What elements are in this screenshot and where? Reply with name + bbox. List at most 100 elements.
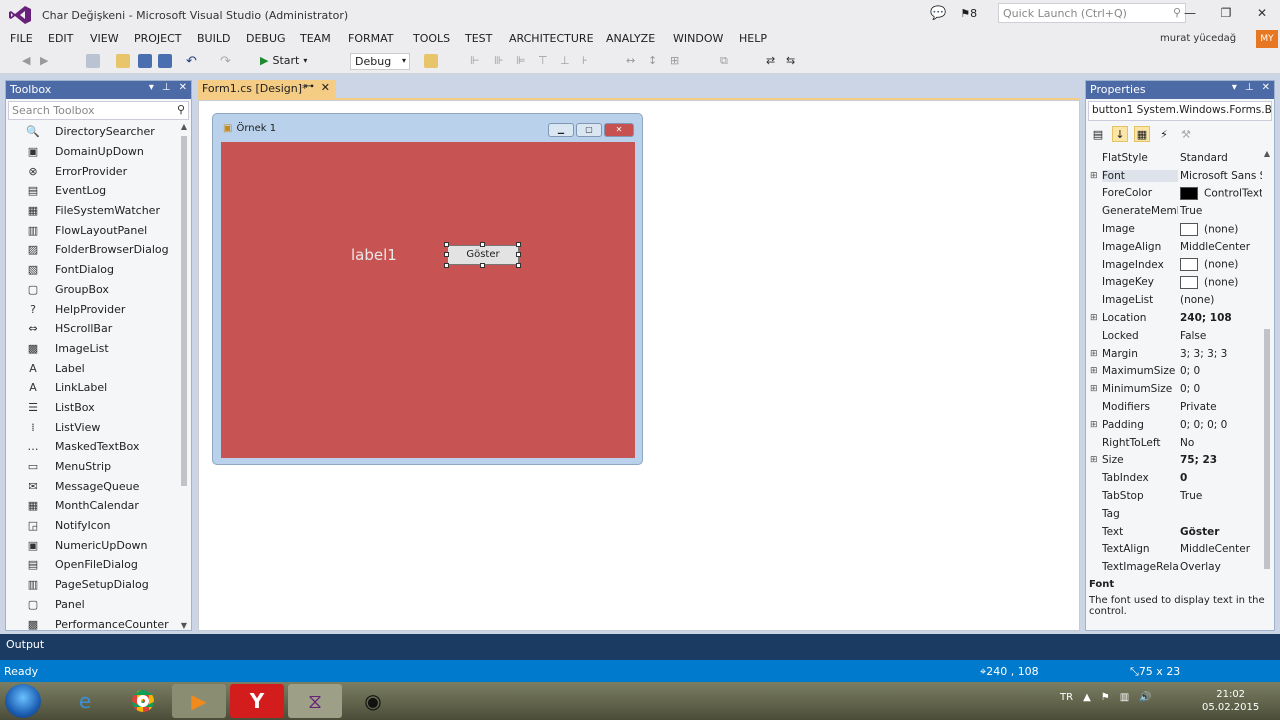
pin-icon[interactable]: ⊥ (1245, 82, 1254, 93)
property-value[interactable]: 3; 3; 3; 3 (1180, 348, 1262, 360)
menu-format[interactable]: FORMAT (348, 32, 394, 45)
menu-file[interactable]: FILE (10, 32, 33, 45)
menu-architecture[interactable]: ARCHITECTURE (509, 32, 594, 45)
menu-debug[interactable]: DEBUG (246, 32, 286, 45)
resize-handle[interactable] (480, 242, 485, 247)
close-tab-icon[interactable]: ✕ (321, 81, 330, 94)
make-same-width-icon[interactable]: ↔ (626, 54, 640, 68)
events-icon[interactable]: ⚡ (1156, 126, 1172, 142)
menu-window[interactable]: WINDOW (673, 32, 723, 45)
toolbox-item-fontdialog[interactable]: ▧ FontDialog (6, 260, 182, 280)
bring-to-front-icon[interactable]: ⧉ (720, 54, 734, 68)
quick-launch-input[interactable]: Quick Launch (Ctrl+Q) ⚲ (998, 3, 1186, 23)
property-value[interactable]: True (1180, 490, 1262, 502)
property-row-padding[interactable]: ⊞ Padding 0; 0; 0; 0 (1086, 416, 1262, 434)
toolbox-item-listbox[interactable]: ☰ ListBox (6, 398, 182, 418)
property-row-maximumsize[interactable]: ⊞ MaximumSize 0; 0 (1086, 363, 1262, 381)
find-in-files-icon[interactable] (424, 54, 438, 68)
menu-view[interactable]: VIEW (90, 32, 119, 45)
expand-icon[interactable]: ⊞ (1090, 349, 1098, 359)
property-row-locked[interactable]: Locked False (1086, 327, 1262, 345)
property-row-modifiers[interactable]: Modifiers Private (1086, 398, 1262, 416)
maximize-button[interactable]: ❐ (1208, 0, 1244, 26)
pin-icon[interactable]: ⊶ (304, 81, 314, 92)
property-row-righttoleft[interactable]: RightToLeft No (1086, 434, 1262, 452)
toolbox-item-helpprovider[interactable]: ? HelpProvider (6, 299, 182, 319)
menu-edit[interactable]: EDIT (48, 32, 73, 45)
scroll-up-icon[interactable]: ▲ (179, 122, 189, 131)
recorder-app-icon[interactable]: ◉ (346, 684, 400, 718)
toolbox-item-directorysearcher[interactable]: 🔍 DirectorySearcher (6, 122, 182, 142)
property-value[interactable]: No (1180, 437, 1262, 449)
open-file-icon[interactable] (116, 54, 130, 68)
property-row-margin[interactable]: ⊞ Margin 3; 3; 3; 3 (1086, 345, 1262, 363)
toolbox-item-errorprovider[interactable]: ⊗ ErrorProvider (6, 161, 182, 181)
property-value[interactable]: MiddleCenter (1180, 241, 1262, 253)
solution-configuration-select[interactable]: Debug ▾ (350, 53, 410, 70)
toolbox-search-input[interactable]: Search Toolbox ⚲ (8, 101, 189, 120)
new-project-icon[interactable] (86, 54, 100, 68)
property-value[interactable]: Microsoft Sans S (1180, 170, 1262, 182)
close-button[interactable]: ✕ (1244, 0, 1280, 26)
close-icon[interactable]: ✕ (179, 82, 187, 93)
scroll-thumb[interactable] (1264, 329, 1270, 569)
toolbox-item-label[interactable]: A Label (6, 358, 182, 378)
undo-icon[interactable]: ↶ (186, 54, 200, 69)
feedback-icon[interactable]: 💬 (930, 6, 946, 21)
menu-help[interactable]: HELP (739, 32, 767, 45)
property-value[interactable]: 0 (1180, 472, 1262, 484)
toolbox-item-flowlayoutpanel[interactable]: ▥ FlowLayoutPanel (6, 220, 182, 240)
property-row-image[interactable]: Image (none) (1086, 220, 1262, 238)
save-icon[interactable] (138, 54, 152, 68)
input-language[interactable]: TR (1060, 692, 1073, 703)
property-value[interactable]: Standard (1180, 152, 1262, 164)
property-value[interactable]: 75; 23 (1180, 454, 1262, 466)
close-icon[interactable]: ✕ (1262, 82, 1270, 93)
toolbox-item-pagesetupdialog[interactable]: ▥ PageSetupDialog (6, 575, 182, 595)
avatar[interactable]: MY (1256, 30, 1278, 48)
property-row-imagealign[interactable]: ImageAlign MiddleCenter (1086, 238, 1262, 256)
toolbox-item-eventlog[interactable]: ▤ EventLog (6, 181, 182, 201)
user-name[interactable]: murat yücedağ (1160, 33, 1236, 44)
property-row-textalign[interactable]: TextAlign MiddleCenter (1086, 541, 1262, 559)
expand-icon[interactable]: ⊞ (1090, 313, 1098, 323)
make-same-height-icon[interactable]: ↕ (648, 54, 662, 68)
align-bottoms-icon[interactable]: ⊦ (582, 54, 596, 68)
expand-icon[interactable]: ⊞ (1090, 171, 1098, 181)
resize-handle[interactable] (516, 263, 521, 268)
chrome-icon[interactable] (116, 684, 170, 718)
property-value[interactable]: False (1180, 330, 1262, 342)
property-value[interactable]: (none) (1180, 275, 1262, 289)
volume-icon[interactable]: 🔊 (1139, 692, 1151, 703)
properties-scrollbar[interactable]: ▲ (1262, 149, 1272, 573)
toolbox-scrollbar[interactable]: ▲ ▼ (179, 122, 189, 630)
property-row-generatemember[interactable]: GenerateMemberTrue (1086, 202, 1262, 220)
property-value[interactable]: (none) (1180, 222, 1262, 236)
start-debugging-button[interactable]: ▶ Start ▾ (260, 54, 307, 67)
internet-explorer-icon[interactable]: e (58, 684, 112, 718)
resize-handle[interactable] (480, 263, 485, 268)
property-row-textimagerelation[interactable]: TextImageRelationOverlay (1086, 558, 1262, 576)
toolbox-item-performancecounter[interactable]: ▩ PerformanceCounter (6, 614, 182, 634)
property-row-imagekey[interactable]: ImageKey (none) (1086, 274, 1262, 292)
navigate-back-icon[interactable]: ◀ (22, 54, 36, 68)
properties-icon[interactable]: ▦ (1134, 126, 1150, 142)
scroll-up-icon[interactable]: ▲ (1262, 149, 1272, 158)
redo-icon[interactable]: ↷ (220, 54, 234, 69)
tab-form1-design[interactable]: Form1.cs [Design]* ⊶ ✕ (198, 80, 336, 99)
property-row-size[interactable]: ⊞ Size 75; 23 (1086, 452, 1262, 470)
menu-team[interactable]: TEAM (300, 32, 331, 45)
form-client-area[interactable]: label1 Göster (221, 142, 635, 458)
windows-start-button[interactable] (5, 684, 41, 718)
button1-control[interactable]: Göster (447, 245, 519, 265)
align-tops-icon[interactable]: ⊤ (538, 54, 552, 68)
property-value[interactable]: ControlText (1180, 186, 1262, 200)
alphabetical-icon[interactable]: ↓ (1112, 126, 1128, 142)
toolbox-item-maskedtextbox[interactable]: … MaskedTextBox (6, 437, 182, 457)
property-row-tag[interactable]: Tag (1086, 505, 1262, 523)
property-value[interactable]: (none) (1180, 258, 1262, 272)
menu-analyze[interactable]: ANALYZE (606, 32, 655, 45)
media-player-icon[interactable]: ▶ (172, 684, 226, 718)
show-hidden-icons-icon[interactable]: ▲ (1083, 692, 1091, 703)
property-value[interactable]: Overlay (1180, 561, 1262, 573)
